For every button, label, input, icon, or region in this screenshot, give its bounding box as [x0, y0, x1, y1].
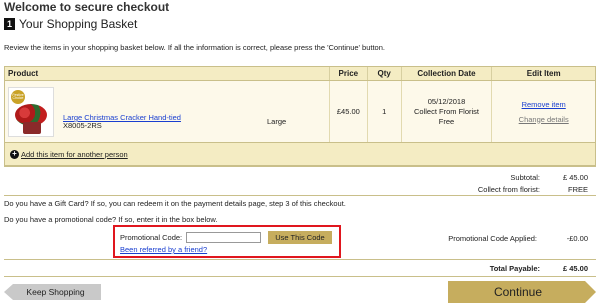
change-details-link[interactable]: Change details — [519, 112, 569, 127]
product-thumbnail[interactable]: Festive Choice — [8, 87, 54, 137]
collect-from-florist-label: Collect from florist: — [477, 185, 540, 194]
product-size: Large — [267, 117, 287, 126]
subtotal-label: Subtotal: — [510, 173, 540, 182]
divider — [4, 166, 596, 167]
collection-date: 05/12/2018 — [427, 96, 466, 106]
festive-badge-icon: Festive Choice — [11, 90, 25, 104]
promo-code-box: Promotional Code: Use This Code Been ref… — [113, 225, 341, 258]
remove-item-link[interactable]: Remove item — [522, 97, 566, 112]
product-code: X8005-2RS — [63, 121, 102, 130]
intro-text: Review the items in your shopping basket… — [4, 43, 385, 52]
basket-table: Product Price Qty Collection Date Edit I… — [4, 66, 596, 166]
page-title: Welcome to secure checkout — [4, 0, 170, 14]
use-this-code-button[interactable]: Use This Code — [268, 231, 332, 244]
keep-shopping-button[interactable]: Keep Shopping — [4, 284, 101, 300]
promo-applied-label: Promotional Code Applied: — [448, 234, 537, 243]
header-price: Price — [330, 67, 368, 80]
continue-button[interactable]: Continue — [448, 281, 596, 303]
header-edit-item: Edit Item — [526, 69, 561, 78]
gift-card-text: Do you have a Gift Card? If so, you can … — [4, 199, 346, 208]
referred-by-friend-link[interactable]: Been referred by a friend? — [120, 245, 207, 254]
edit-item-cell: Remove item Change details — [492, 81, 595, 142]
step-heading: 1 Your Shopping Basket — [4, 17, 137, 31]
header-collection-date: Collection Date — [402, 67, 493, 80]
total-payable-label: Total Payable: — [489, 264, 540, 273]
promo-question-text: Do you have a promotional code? If so, e… — [4, 215, 218, 224]
product-qty: 1 — [368, 81, 402, 142]
divider — [4, 259, 596, 260]
bouquet-wrap-image — [23, 122, 41, 134]
add-for-person-row: + Add this item for another person — [5, 143, 595, 165]
promo-code-label: Promotional Code: — [120, 233, 183, 242]
product-cell: Festive Choice Large Christmas Cracker H… — [5, 81, 330, 142]
header-product: Product — [5, 67, 330, 80]
product-price: £45.00 — [330, 81, 368, 142]
collection-cost: Free — [438, 116, 455, 126]
basket-table-header: Product Price Qty Collection Date Edit I… — [5, 67, 595, 81]
divider — [4, 195, 596, 196]
promo-code-input[interactable] — [186, 232, 261, 243]
total-payable-value: £ 45.00 — [562, 264, 588, 273]
table-row: Festive Choice Large Christmas Cracker H… — [5, 81, 595, 143]
step-number-badge: 1 — [4, 18, 15, 30]
header-qty: Qty — [368, 67, 402, 80]
add-for-person-link[interactable]: Add this item for another person — [21, 150, 128, 159]
collection-date-cell: 05/12/2018 Collect From Florist Free — [402, 81, 493, 142]
step-title: Your Shopping Basket — [19, 17, 138, 31]
promo-applied-value: -£0.00 — [566, 234, 588, 243]
subtotal-value: £ 45.00 — [562, 173, 588, 182]
divider — [4, 276, 596, 277]
collection-method: Collect From Florist — [414, 106, 480, 116]
collect-from-florist-value: FREE — [567, 185, 588, 194]
plus-circle-icon[interactable]: + — [10, 149, 19, 159]
